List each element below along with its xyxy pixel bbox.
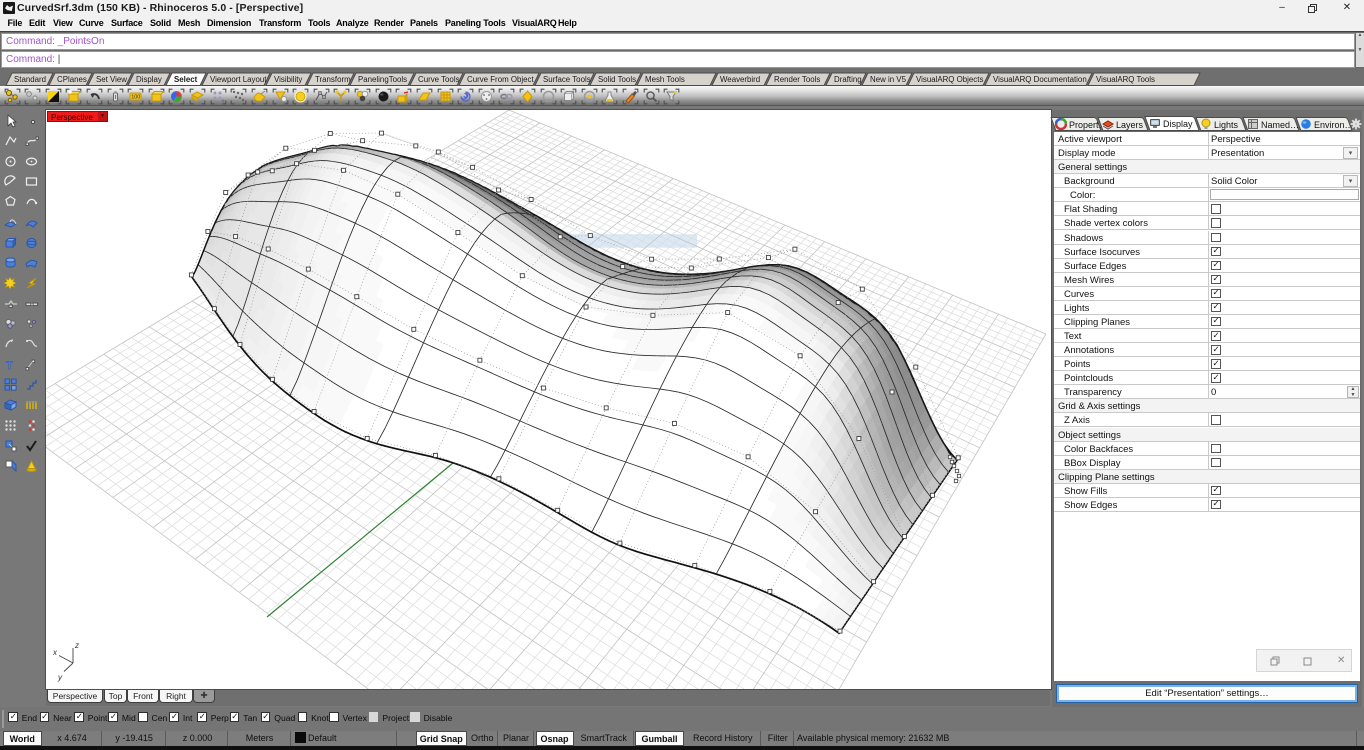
svg-text:CPlanes: CPlanes xyxy=(57,75,87,84)
svg-text:Standard: Standard xyxy=(14,75,46,84)
svg-text:VisualARQ Objects: VisualARQ Objects xyxy=(916,75,983,84)
svg-text:z: z xyxy=(74,641,79,650)
svg-text:100: 100 xyxy=(131,94,140,100)
svg-text:T: T xyxy=(6,360,13,372)
svg-text:VisualARQ Documentation: VisualARQ Documentation xyxy=(993,75,1087,84)
svg-text:Render Tools: Render Tools xyxy=(774,75,820,84)
svg-text:Curve From Object: Curve From Object xyxy=(467,75,534,84)
svg-text:Visibility: Visibility xyxy=(274,75,302,84)
svg-text:Transform: Transform xyxy=(315,75,351,84)
svg-text:Set View: Set View xyxy=(96,75,127,84)
svg-text:Display: Display xyxy=(136,75,162,84)
svg-text:Mesh Tools: Mesh Tools xyxy=(645,75,685,84)
svg-text:New in V5: New in V5 xyxy=(870,75,907,84)
svg-text:Weaverbird: Weaverbird xyxy=(720,75,760,84)
svg-text:Solid Tools: Solid Tools xyxy=(598,75,636,84)
svg-text:Surface Tools: Surface Tools xyxy=(543,75,591,84)
svg-text:Curve Tools: Curve Tools xyxy=(418,75,460,84)
svg-text:VisualARQ Tools: VisualARQ Tools xyxy=(1096,75,1155,84)
svg-text:Viewport Layout: Viewport Layout xyxy=(210,75,267,84)
svg-text:PanelingTools: PanelingTools xyxy=(358,75,407,84)
svg-text:Drafting: Drafting xyxy=(834,75,862,84)
svg-text:Select: Select xyxy=(174,75,198,84)
